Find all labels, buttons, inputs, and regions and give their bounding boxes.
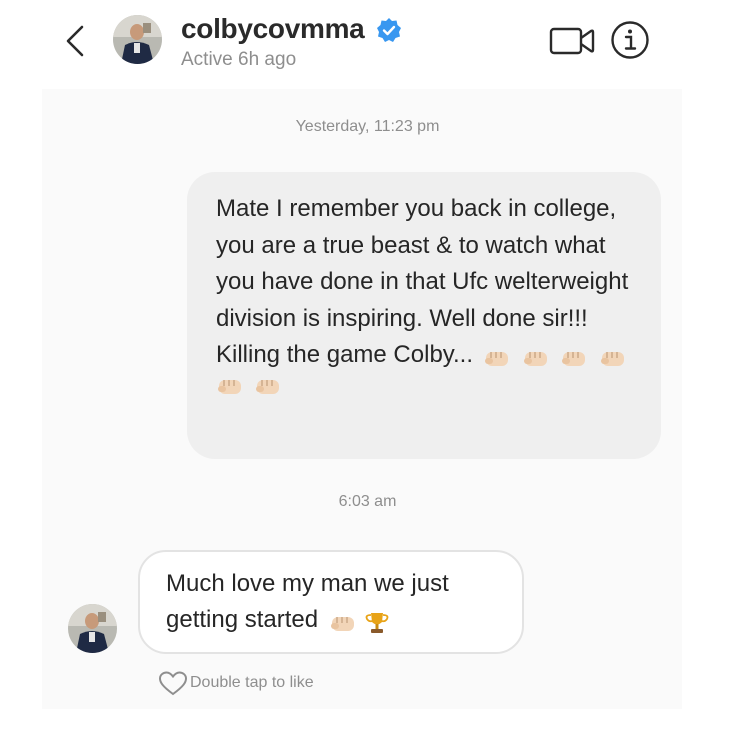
chevron-left-icon[interactable] xyxy=(64,24,86,58)
emoji-group xyxy=(210,374,282,398)
fist-emoji xyxy=(485,351,509,366)
trophy-emoji xyxy=(365,612,389,633)
emoji-group xyxy=(477,346,626,370)
heart-icon[interactable] xyxy=(158,670,188,696)
fist-emoji xyxy=(218,379,241,394)
avatar[interactable] xyxy=(68,604,117,653)
like-hint-label: Double tap to like xyxy=(190,674,314,691)
double-tap-like-hint[interactable]: Double tap to like xyxy=(158,670,314,696)
message-timestamp: Yesterday, 11:23 pm xyxy=(295,118,440,135)
sent-message-text: Mate I remember you back in college, you… xyxy=(216,195,629,368)
dm-screen: colbycovmma Active 6h ago Yesterday, 11:… xyxy=(0,0,735,750)
active-status: Active 6h ago xyxy=(181,49,297,70)
message-timestamp: 6:03 am xyxy=(338,493,397,510)
info-icon[interactable] xyxy=(610,20,650,60)
username[interactable]: colbycovmma xyxy=(181,13,365,45)
sent-message-bubble[interactable]: Mate I remember you back in college, you… xyxy=(187,172,661,459)
fist-emoji xyxy=(256,379,280,394)
verified-badge-icon xyxy=(377,18,401,42)
video-camera-icon[interactable] xyxy=(549,26,595,56)
avatar[interactable] xyxy=(113,15,162,64)
fist-emoji xyxy=(562,351,586,366)
fist-emoji xyxy=(330,616,354,631)
received-message-text: Much love my man we just getting started xyxy=(166,570,449,633)
received-message-bubble[interactable]: Much love my man we just getting started xyxy=(138,550,524,654)
fist-emoji xyxy=(523,351,547,366)
fist-emoji xyxy=(600,351,624,366)
